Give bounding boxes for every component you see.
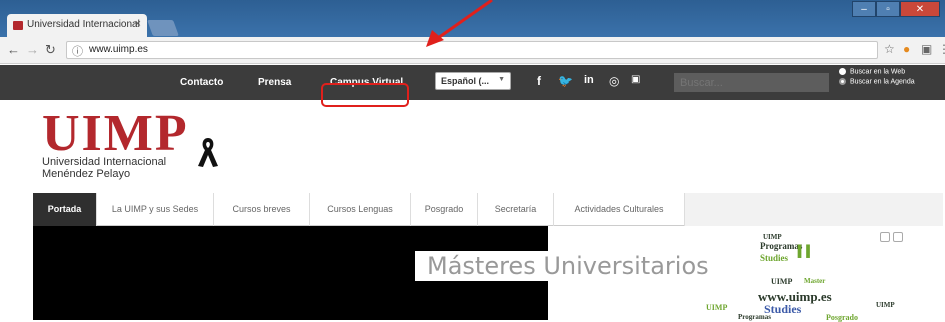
annotation-arrow-icon (426, 0, 493, 47)
